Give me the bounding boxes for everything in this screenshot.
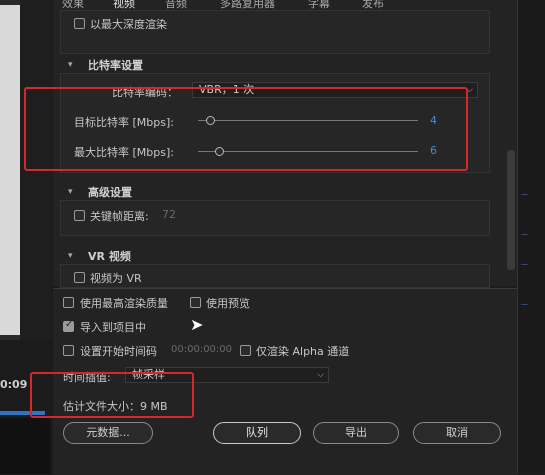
ruler-tick: —	[521, 260, 528, 268]
timecode-display: 0:09	[0, 378, 28, 391]
render-alpha-only-label: 仅渲染 Alpha 通道	[256, 345, 350, 358]
keyframe-distance-label: 关键帧距离:	[90, 210, 149, 223]
timeline-area	[0, 418, 50, 474]
video-is-vr-label: 视频为 VR	[90, 272, 142, 285]
render-alpha-only-checkbox[interactable]	[240, 345, 251, 356]
video-is-vr-checkbox[interactable]	[74, 272, 85, 283]
chevron-down-icon[interactable]: ▾	[68, 60, 73, 70]
chevron-down-icon: ⌵	[317, 370, 324, 380]
export-button[interactable]: 导出	[313, 422, 399, 444]
set-start-timecode-checkbox[interactable]	[63, 345, 74, 356]
import-into-project-checkbox[interactable]	[63, 319, 74, 332]
chevron-down-icon[interactable]: ▾	[68, 251, 73, 261]
ruler-tick: —	[521, 190, 528, 198]
keyframe-distance-value[interactable]: 72	[162, 208, 176, 221]
keyframe-distance-checkbox[interactable]	[74, 210, 85, 221]
import-into-project-label: 导入到项目中	[80, 321, 146, 334]
highlight-box-filesize	[30, 372, 194, 418]
use-previews-label: 使用预览	[206, 297, 250, 310]
settings-scrollbar[interactable]	[507, 150, 515, 270]
chevron-down-icon[interactable]: ▾	[68, 187, 73, 197]
mouse-cursor-icon: ➤	[190, 315, 204, 334]
bitrate-section-title: 比特率设置	[88, 59, 143, 72]
metadata-button[interactable]: 元数据...	[63, 422, 153, 444]
ruler-tick: —	[521, 300, 528, 308]
vr-section-title: VR 视频	[88, 250, 131, 263]
use-previews-checkbox[interactable]	[190, 297, 201, 308]
render-max-depth-checkbox[interactable]	[74, 18, 85, 29]
set-start-timecode-label: 设置开始时间码	[80, 345, 157, 358]
max-render-quality-label: 使用最高渲染质量	[80, 297, 168, 310]
start-timecode-value[interactable]: 00:00:00:00	[171, 344, 232, 355]
highlight-box-bitrate	[24, 87, 468, 171]
cancel-button[interactable]: 取消	[413, 422, 501, 444]
queue-button[interactable]: 队列	[213, 422, 301, 444]
max-render-quality-checkbox[interactable]	[63, 297, 74, 308]
advanced-section-title: 高级设置	[88, 186, 132, 199]
preview-image	[0, 5, 20, 335]
render-max-depth-label: 以最大深度渲染	[90, 18, 167, 31]
ruler-tick: —	[521, 230, 528, 238]
